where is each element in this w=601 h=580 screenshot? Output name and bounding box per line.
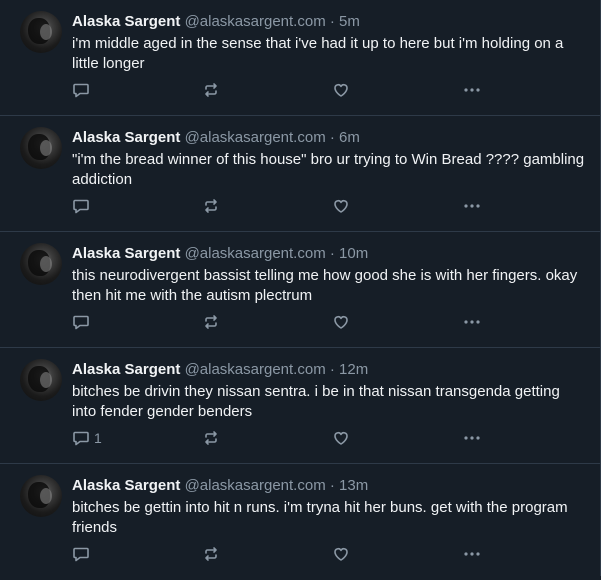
like-button[interactable] <box>332 312 350 332</box>
like-button[interactable] <box>332 428 350 448</box>
author-handle[interactable]: @alaskasargent.com <box>185 361 326 378</box>
post-time[interactable]: 13m <box>339 477 368 494</box>
separator-dot: · <box>329 361 335 378</box>
reply-count: 1 <box>94 430 102 446</box>
separator-dot: · <box>329 13 335 30</box>
author-name[interactable]: Alaska Sargent <box>72 129 180 146</box>
repost-button[interactable] <box>202 312 220 332</box>
reply-button[interactable] <box>72 312 94 332</box>
post-item[interactable]: Alaska Sargent @alaskasargent.com · 13m … <box>0 464 600 580</box>
author-name[interactable]: Alaska Sargent <box>72 13 180 30</box>
post-header: Alaska Sargent @alaskasargent.com · 5m <box>72 12 360 32</box>
post-text: "i'm the bread winner of this house" bro… <box>72 151 585 188</box>
separator-dot: · <box>329 129 335 146</box>
post-text: bitches be drivin they nissan sentra. i … <box>72 383 560 420</box>
post-item[interactable]: Alaska Sargent @alaskasargent.com · 6m "… <box>0 116 600 232</box>
author-name[interactable]: Alaska Sargent <box>72 477 180 494</box>
more-button[interactable] <box>462 196 482 216</box>
avatar[interactable] <box>20 475 62 517</box>
more-button[interactable] <box>462 544 482 564</box>
like-icon <box>334 200 348 213</box>
post-time[interactable]: 5m <box>339 13 360 30</box>
more-icon <box>464 552 480 556</box>
post-time[interactable]: 6m <box>339 129 360 146</box>
repost-button[interactable] <box>202 80 220 100</box>
post-header: Alaska Sargent @alaskasargent.com · 6m <box>72 128 360 148</box>
like-icon <box>334 316 348 329</box>
post-actions <box>72 196 492 216</box>
post-feed: Alaska Sargent @alaskasargent.com · 5m i… <box>0 0 601 576</box>
repost-icon <box>205 199 217 213</box>
reply-icon <box>73 431 89 446</box>
repost-icon <box>205 547 217 561</box>
reply-button[interactable]: 1 <box>72 428 102 448</box>
like-icon <box>334 84 348 97</box>
author-handle[interactable]: @alaskasargent.com <box>185 13 326 30</box>
reply-icon <box>73 83 89 98</box>
repost-icon <box>205 315 217 329</box>
repost-button[interactable] <box>202 544 220 564</box>
post-header: Alaska Sargent @alaskasargent.com · 12m <box>72 360 368 380</box>
post-actions <box>72 312 492 332</box>
separator-dot: · <box>329 245 335 262</box>
post-item[interactable]: Alaska Sargent @alaskasargent.com · 10m … <box>0 232 600 348</box>
reply-button[interactable] <box>72 196 94 216</box>
repost-button[interactable] <box>202 196 220 216</box>
repost-icon <box>205 431 217 445</box>
author-name[interactable]: Alaska Sargent <box>72 361 180 378</box>
avatar[interactable] <box>20 127 62 169</box>
author-handle[interactable]: @alaskasargent.com <box>185 245 326 262</box>
post-header: Alaska Sargent @alaskasargent.com · 13m <box>72 476 368 496</box>
like-icon <box>334 548 348 561</box>
post-time[interactable]: 10m <box>339 245 368 262</box>
avatar[interactable] <box>20 243 62 285</box>
post-text: this neurodivergent bassist telling me h… <box>72 267 578 304</box>
repost-button[interactable] <box>202 428 220 448</box>
more-icon <box>464 88 480 92</box>
more-button[interactable] <box>462 80 482 100</box>
more-icon <box>464 320 480 324</box>
reply-button[interactable] <box>72 80 94 100</box>
reply-icon <box>73 547 89 562</box>
like-button[interactable] <box>332 544 350 564</box>
more-icon <box>464 436 480 440</box>
repost-icon <box>205 83 217 97</box>
like-button[interactable] <box>332 196 350 216</box>
separator-dot: · <box>329 477 335 494</box>
like-button[interactable] <box>332 80 350 100</box>
reply-button[interactable] <box>72 544 94 564</box>
more-button[interactable] <box>462 428 482 448</box>
post-actions <box>72 80 492 100</box>
avatar[interactable] <box>20 11 62 53</box>
post-text: bitches be gettin into hit n runs. i'm t… <box>72 499 568 536</box>
post-actions <box>72 544 492 564</box>
author-handle[interactable]: @alaskasargent.com <box>185 477 326 494</box>
author-handle[interactable]: @alaskasargent.com <box>185 129 326 146</box>
like-icon <box>334 432 348 445</box>
reply-icon <box>73 199 89 214</box>
more-button[interactable] <box>462 312 482 332</box>
more-icon <box>464 204 480 208</box>
post-item[interactable]: Alaska Sargent @alaskasargent.com · 5m i… <box>0 0 600 116</box>
avatar[interactable] <box>20 359 62 401</box>
post-text: i'm middle aged in the sense that i've h… <box>72 35 564 72</box>
reply-icon <box>73 315 89 330</box>
post-actions: 1 <box>72 428 492 448</box>
post-header: Alaska Sargent @alaskasargent.com · 10m <box>72 244 368 264</box>
author-name[interactable]: Alaska Sargent <box>72 245 180 262</box>
post-time[interactable]: 12m <box>339 361 368 378</box>
post-item[interactable]: Alaska Sargent @alaskasargent.com · 12m … <box>0 348 600 464</box>
